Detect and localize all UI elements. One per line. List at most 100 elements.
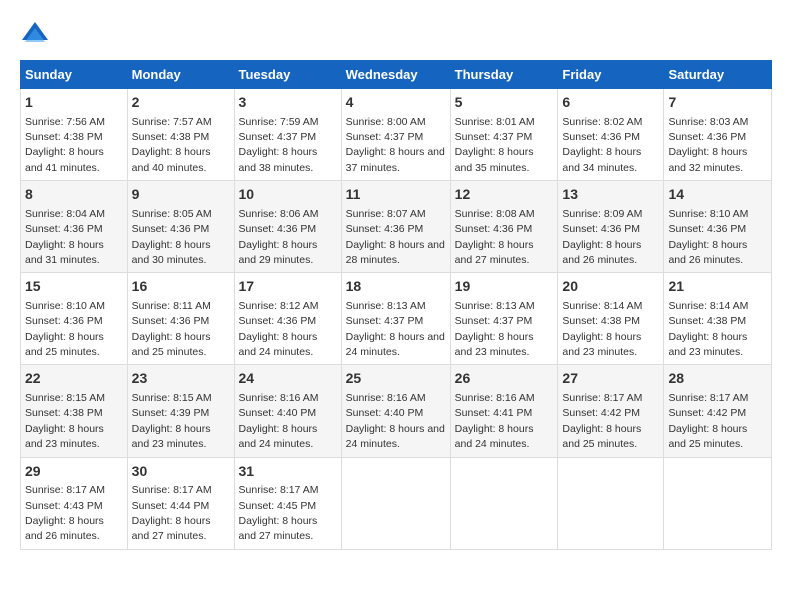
logo (20, 20, 54, 50)
day-info: Sunrise: 8:07 AMSunset: 4:36 PMDaylight:… (346, 208, 445, 266)
day-number: 24 (239, 369, 337, 389)
day-number: 19 (455, 277, 554, 297)
calendar-cell: 15 Sunrise: 8:10 AMSunset: 4:36 PMDaylig… (21, 273, 128, 365)
col-header-sunday: Sunday (21, 61, 128, 89)
calendar-cell: 31 Sunrise: 8:17 AMSunset: 4:45 PMDaylig… (234, 457, 341, 549)
day-info: Sunrise: 8:10 AMSunset: 4:36 PMDaylight:… (668, 208, 748, 266)
day-number: 1 (25, 93, 123, 113)
day-number: 25 (346, 369, 446, 389)
day-info: Sunrise: 8:11 AMSunset: 4:36 PMDaylight:… (132, 300, 211, 358)
day-info: Sunrise: 7:57 AMSunset: 4:38 PMDaylight:… (132, 116, 212, 174)
calendar-cell: 28 Sunrise: 8:17 AMSunset: 4:42 PMDaylig… (664, 365, 772, 457)
day-number: 15 (25, 277, 123, 297)
day-info: Sunrise: 8:17 AMSunset: 4:42 PMDaylight:… (668, 392, 748, 450)
calendar-cell: 19 Sunrise: 8:13 AMSunset: 4:37 PMDaylig… (450, 273, 558, 365)
day-number: 2 (132, 93, 230, 113)
day-number: 16 (132, 277, 230, 297)
day-info: Sunrise: 8:16 AMSunset: 4:41 PMDaylight:… (455, 392, 535, 450)
calendar-cell: 1 Sunrise: 7:56 AMSunset: 4:38 PMDayligh… (21, 89, 128, 181)
calendar-cell: 23 Sunrise: 8:15 AMSunset: 4:39 PMDaylig… (127, 365, 234, 457)
calendar-cell: 27 Sunrise: 8:17 AMSunset: 4:42 PMDaylig… (558, 365, 664, 457)
calendar-cell: 25 Sunrise: 8:16 AMSunset: 4:40 PMDaylig… (341, 365, 450, 457)
day-info: Sunrise: 8:14 AMSunset: 4:38 PMDaylight:… (668, 300, 748, 358)
calendar-cell: 8 Sunrise: 8:04 AMSunset: 4:36 PMDayligh… (21, 181, 128, 273)
day-number: 20 (562, 277, 659, 297)
day-info: Sunrise: 8:10 AMSunset: 4:36 PMDaylight:… (25, 300, 105, 358)
day-number: 11 (346, 185, 446, 205)
calendar-cell: 16 Sunrise: 8:11 AMSunset: 4:36 PMDaylig… (127, 273, 234, 365)
calendar-cell: 14 Sunrise: 8:10 AMSunset: 4:36 PMDaylig… (664, 181, 772, 273)
day-number: 21 (668, 277, 767, 297)
day-number: 26 (455, 369, 554, 389)
calendar-cell: 10 Sunrise: 8:06 AMSunset: 4:36 PMDaylig… (234, 181, 341, 273)
day-number: 6 (562, 93, 659, 113)
calendar-cell: 24 Sunrise: 8:16 AMSunset: 4:40 PMDaylig… (234, 365, 341, 457)
calendar-cell: 18 Sunrise: 8:13 AMSunset: 4:37 PMDaylig… (341, 273, 450, 365)
calendar-table: SundayMondayTuesdayWednesdayThursdayFrid… (20, 60, 772, 550)
day-info: Sunrise: 8:17 AMSunset: 4:44 PMDaylight:… (132, 484, 212, 542)
day-info: Sunrise: 7:59 AMSunset: 4:37 PMDaylight:… (239, 116, 319, 174)
day-info: Sunrise: 8:05 AMSunset: 4:36 PMDaylight:… (132, 208, 212, 266)
day-info: Sunrise: 8:06 AMSunset: 4:36 PMDaylight:… (239, 208, 319, 266)
calendar-cell (341, 457, 450, 549)
page-header (20, 20, 772, 50)
day-info: Sunrise: 8:14 AMSunset: 4:38 PMDaylight:… (562, 300, 642, 358)
day-number: 14 (668, 185, 767, 205)
day-number: 29 (25, 462, 123, 482)
day-number: 31 (239, 462, 337, 482)
calendar-cell: 26 Sunrise: 8:16 AMSunset: 4:41 PMDaylig… (450, 365, 558, 457)
calendar-cell: 7 Sunrise: 8:03 AMSunset: 4:36 PMDayligh… (664, 89, 772, 181)
day-info: Sunrise: 8:04 AMSunset: 4:36 PMDaylight:… (25, 208, 105, 266)
calendar-cell: 22 Sunrise: 8:15 AMSunset: 4:38 PMDaylig… (21, 365, 128, 457)
calendar-week-row: 1 Sunrise: 7:56 AMSunset: 4:38 PMDayligh… (21, 89, 772, 181)
day-number: 18 (346, 277, 446, 297)
calendar-week-row: 29 Sunrise: 8:17 AMSunset: 4:43 PMDaylig… (21, 457, 772, 549)
calendar-cell: 20 Sunrise: 8:14 AMSunset: 4:38 PMDaylig… (558, 273, 664, 365)
day-info: Sunrise: 8:02 AMSunset: 4:36 PMDaylight:… (562, 116, 642, 174)
day-number: 7 (668, 93, 767, 113)
day-info: Sunrise: 8:16 AMSunset: 4:40 PMDaylight:… (346, 392, 445, 450)
calendar-week-row: 15 Sunrise: 8:10 AMSunset: 4:36 PMDaylig… (21, 273, 772, 365)
day-info: Sunrise: 8:08 AMSunset: 4:36 PMDaylight:… (455, 208, 535, 266)
day-number: 30 (132, 462, 230, 482)
calendar-cell (558, 457, 664, 549)
col-header-wednesday: Wednesday (341, 61, 450, 89)
col-header-friday: Friday (558, 61, 664, 89)
calendar-cell: 29 Sunrise: 8:17 AMSunset: 4:43 PMDaylig… (21, 457, 128, 549)
col-header-saturday: Saturday (664, 61, 772, 89)
calendar-cell: 13 Sunrise: 8:09 AMSunset: 4:36 PMDaylig… (558, 181, 664, 273)
day-number: 3 (239, 93, 337, 113)
calendar-cell: 6 Sunrise: 8:02 AMSunset: 4:36 PMDayligh… (558, 89, 664, 181)
day-number: 27 (562, 369, 659, 389)
calendar-cell: 9 Sunrise: 8:05 AMSunset: 4:36 PMDayligh… (127, 181, 234, 273)
calendar-cell: 12 Sunrise: 8:08 AMSunset: 4:36 PMDaylig… (450, 181, 558, 273)
day-number: 12 (455, 185, 554, 205)
calendar-cell: 17 Sunrise: 8:12 AMSunset: 4:36 PMDaylig… (234, 273, 341, 365)
day-info: Sunrise: 8:00 AMSunset: 4:37 PMDaylight:… (346, 116, 445, 174)
day-info: Sunrise: 7:56 AMSunset: 4:38 PMDaylight:… (25, 116, 105, 174)
day-info: Sunrise: 8:12 AMSunset: 4:36 PMDaylight:… (239, 300, 319, 358)
day-number: 28 (668, 369, 767, 389)
calendar-cell: 30 Sunrise: 8:17 AMSunset: 4:44 PMDaylig… (127, 457, 234, 549)
day-number: 22 (25, 369, 123, 389)
day-number: 17 (239, 277, 337, 297)
col-header-thursday: Thursday (450, 61, 558, 89)
calendar-cell: 5 Sunrise: 8:01 AMSunset: 4:37 PMDayligh… (450, 89, 558, 181)
col-header-tuesday: Tuesday (234, 61, 341, 89)
calendar-cell: 21 Sunrise: 8:14 AMSunset: 4:38 PMDaylig… (664, 273, 772, 365)
calendar-cell: 2 Sunrise: 7:57 AMSunset: 4:38 PMDayligh… (127, 89, 234, 181)
calendar-cell (450, 457, 558, 549)
day-info: Sunrise: 8:13 AMSunset: 4:37 PMDaylight:… (346, 300, 445, 358)
day-number: 10 (239, 185, 337, 205)
day-info: Sunrise: 8:13 AMSunset: 4:37 PMDaylight:… (455, 300, 535, 358)
day-number: 23 (132, 369, 230, 389)
calendar-cell (664, 457, 772, 549)
day-info: Sunrise: 8:16 AMSunset: 4:40 PMDaylight:… (239, 392, 319, 450)
day-info: Sunrise: 8:17 AMSunset: 4:45 PMDaylight:… (239, 484, 319, 542)
day-info: Sunrise: 8:15 AMSunset: 4:38 PMDaylight:… (25, 392, 105, 450)
day-number: 8 (25, 185, 123, 205)
day-number: 9 (132, 185, 230, 205)
calendar-week-row: 22 Sunrise: 8:15 AMSunset: 4:38 PMDaylig… (21, 365, 772, 457)
day-info: Sunrise: 8:17 AMSunset: 4:43 PMDaylight:… (25, 484, 105, 542)
day-info: Sunrise: 8:17 AMSunset: 4:42 PMDaylight:… (562, 392, 642, 450)
